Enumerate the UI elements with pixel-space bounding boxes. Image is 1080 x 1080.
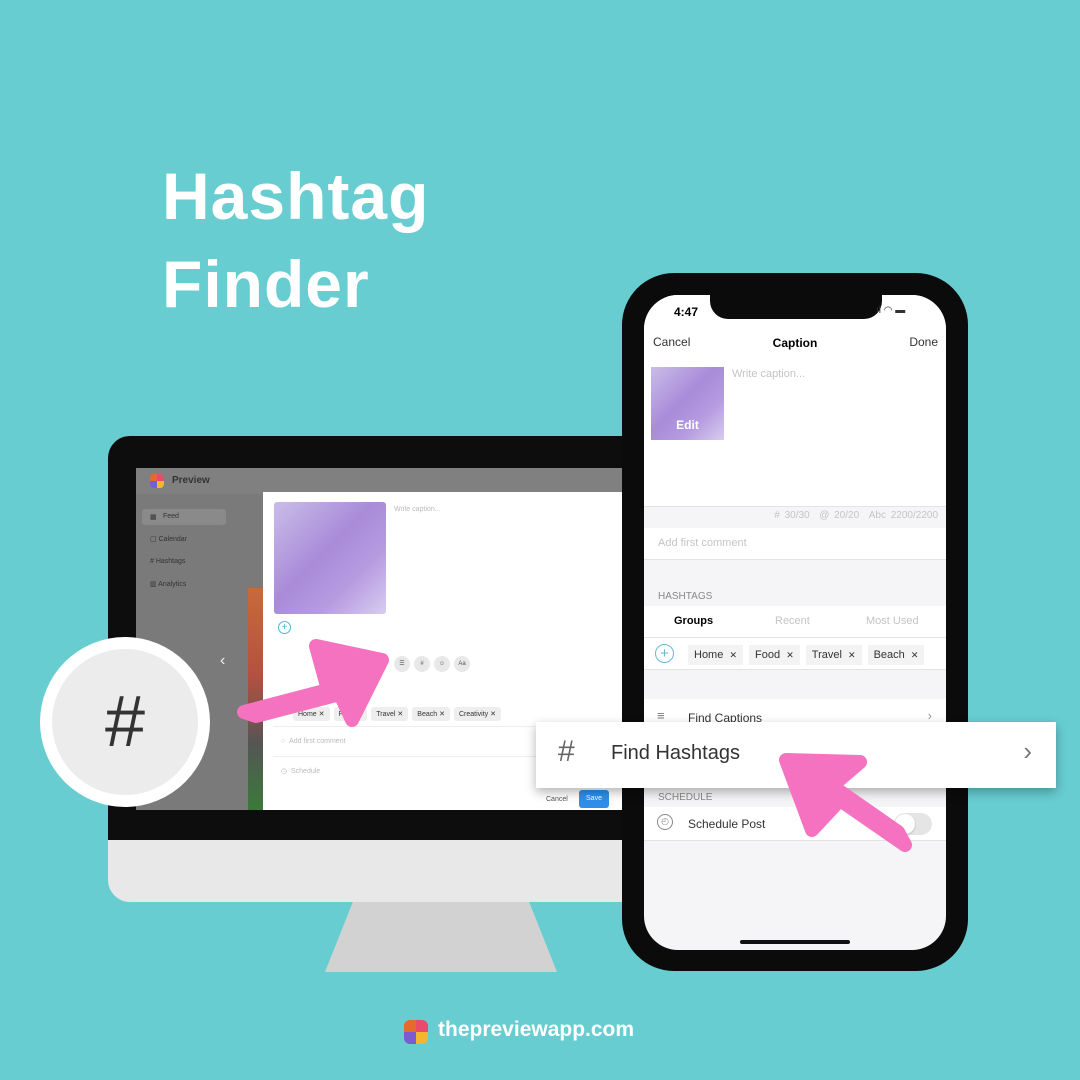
- arrow-desktop-icon: [237, 639, 389, 727]
- footer-url[interactable]: thepreviewapp.com: [438, 1018, 634, 1042]
- footer-logo-icon: [404, 1020, 428, 1044]
- arrow-phone-icon: [779, 753, 912, 852]
- arrows-overlay: [237, 639, 912, 852]
